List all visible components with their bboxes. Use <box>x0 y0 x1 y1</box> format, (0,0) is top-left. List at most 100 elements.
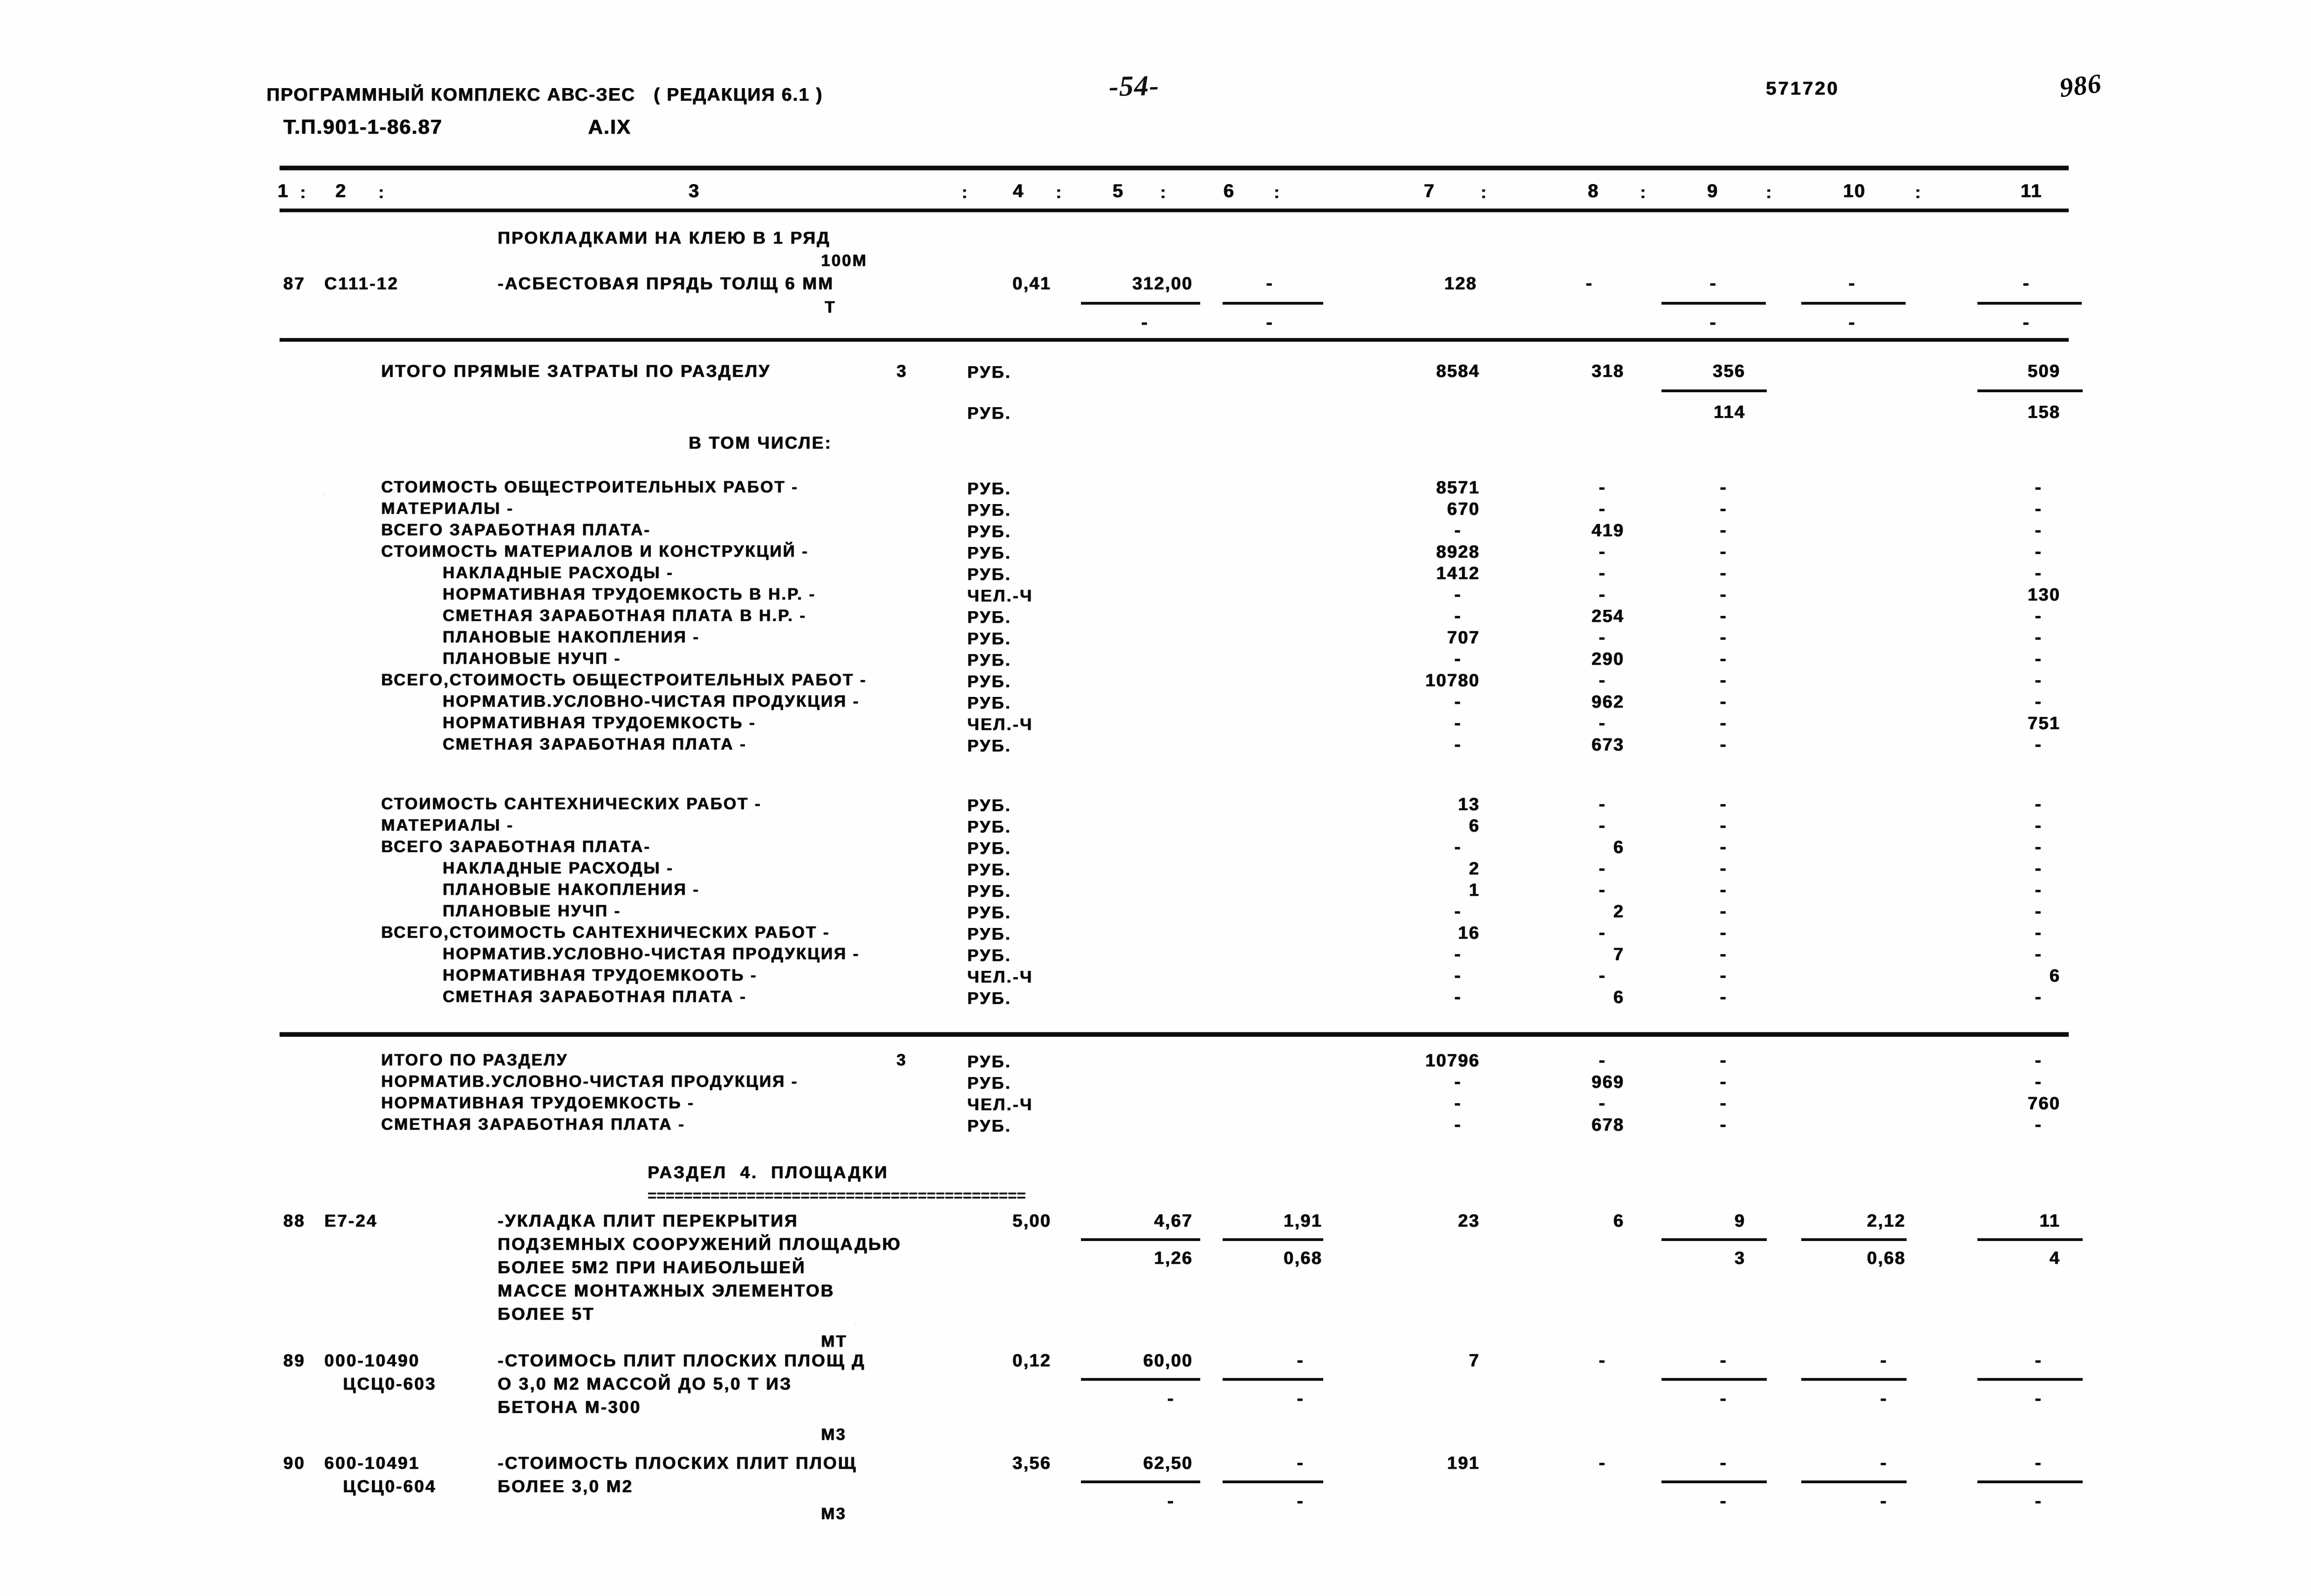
general-works-row-unit-10: РУБ. <box>967 693 1012 712</box>
sanitary-works-row-label-0: СТОИМОСТЬ САНТЕХНИЧЕСКИХ РАБОТ - <box>381 795 762 813</box>
general-works-row-c9-8: - <box>1720 648 1727 669</box>
general-works-row-c8-8: 290 <box>1591 649 1624 669</box>
general-works-row-c9-2: - <box>1720 520 1727 540</box>
section4-item-89-c5b: - <box>1167 1388 1175 1409</box>
column-separator-2: : <box>378 183 385 202</box>
general-works-row-c11-1: - <box>2035 498 2042 519</box>
general-works-row-c9-11: - <box>1720 713 1727 733</box>
section4-item-89-underline-col6 <box>1223 1378 1323 1381</box>
sanitary-works-row-c11-1: - <box>2035 815 2042 836</box>
sanitary-works-row-c7-5: - <box>1454 901 1462 921</box>
sanitary-works-row-c8-3: - <box>1599 858 1606 879</box>
section4-item-89-underline-col9 <box>1661 1378 1767 1381</box>
section4-item-90-desc-0: -СТОИМОСТЬ ПЛОСКИХ ПЛИТ ПЛОЩ <box>498 1453 857 1473</box>
section4-item-88-underline-col9 <box>1661 1238 1767 1241</box>
section-totals-row-c9-0: - <box>1720 1050 1727 1071</box>
general-works-row-c9-9: - <box>1720 670 1727 690</box>
in-which-label: В ТОМ ЧИСЛЕ: <box>689 433 832 452</box>
document-page: ПРОГРАММНЫЙ КОМПЛЕКС АВС-ЗЕС ( РЕДАКЦИЯ … <box>0 0 2311 1596</box>
program-title: ПРОГРАММНЫЙ КОМПЛЕКС АВС-ЗЕС ( РЕДАКЦИЯ … <box>267 85 823 105</box>
column-header-2: 2 <box>335 181 347 201</box>
column-header-7: 7 <box>1423 181 1436 201</box>
section4-item-89-unit: М3 <box>821 1425 847 1444</box>
general-works-row-c7-6: - <box>1454 606 1462 626</box>
general-works-row-unit-12: РУБ. <box>967 736 1012 755</box>
sanitary-works-row-c7-6: 16 <box>1458 923 1480 943</box>
direct-costs-col9b: 114 <box>1713 402 1745 422</box>
section-totals-row-c11-0: - <box>2035 1050 2042 1071</box>
table-header-bottom-rule <box>280 209 2069 212</box>
general-works-row-c8-1: - <box>1599 498 1606 519</box>
sanitary-works-row-c11-0: - <box>2035 794 2042 814</box>
general-works-row-c11-10: - <box>2035 691 2042 712</box>
section4-item-90-c6b: - <box>1297 1491 1304 1511</box>
section4-item-88-c10: 2,12 <box>1867 1211 1906 1231</box>
sanitary-works-row-c8-2: 6 <box>1613 838 1624 857</box>
section4-item-90-code-2: ЦСЦ0-604 <box>343 1477 437 1496</box>
section-totals-row-c8-3: 678 <box>1591 1115 1624 1135</box>
item-87-underline-col9 <box>1661 302 1766 305</box>
section-code: А.IX <box>588 116 631 138</box>
section4-item-90-c10b: - <box>1880 1491 1887 1511</box>
section-totals-row-label-2: НОРМАТИВНАЯ ТРУДОЕМКОСТЬ - <box>381 1094 695 1112</box>
general-works-row-c11-6: - <box>2035 606 2042 626</box>
sanitary-works-row-unit-8: ЧЕЛ.-Ч <box>967 967 1033 986</box>
column-separator-4: : <box>1056 183 1062 202</box>
general-works-row-c7-3: 8928 <box>1436 542 1480 562</box>
general-works-row-unit-4: РУБ. <box>967 565 1012 584</box>
general-works-row-c8-9: - <box>1599 670 1606 690</box>
section-totals-row-c11-1: - <box>2035 1071 2042 1092</box>
item-87-underline-col5 <box>1081 302 1200 305</box>
general-works-row-unit-3: РУБ. <box>967 543 1012 562</box>
section4-item-88-c9b: 3 <box>1734 1248 1745 1268</box>
section4-item-88-desc-0: -УКЛАДКА ПЛИТ ПЕРЕКРЫТИЯ <box>498 1211 799 1230</box>
project-code: Т.П.901-1-86.87 <box>283 116 443 138</box>
general-works-row-c11-8: - <box>2035 648 2042 669</box>
general-works-row-label-4: НАКЛАДНЫЕ РАСХОДЫ - <box>443 564 674 582</box>
sanitary-works-row-c11-9: - <box>2035 987 2042 1007</box>
general-works-row-label-1: МАТЕРИАЛЫ - <box>381 499 514 518</box>
section-totals-row-c9-2: - <box>1720 1093 1727 1113</box>
section4-item-90-c5b: - <box>1167 1491 1175 1511</box>
item-87-col9b: - <box>1709 312 1717 333</box>
sanitary-works-row-c9-9: - <box>1720 987 1727 1007</box>
section4-item-89-code-2: ЦСЦ0-603 <box>343 1374 437 1393</box>
section-totals-row-section-0: 3 <box>896 1051 907 1069</box>
section4-item-88-desc-1: ПОДЗЕМНЫХ СООРУЖЕНИЙ ПЛОЩАДЬЮ <box>498 1235 902 1254</box>
section4-item-89-c9: - <box>1720 1350 1727 1371</box>
sanitary-works-row-c11-7: - <box>2035 944 2042 964</box>
item-87-col10: - <box>1848 273 1856 293</box>
section-totals-row-c9-1: - <box>1720 1071 1727 1092</box>
section4-item-90-c8: - <box>1599 1453 1606 1473</box>
section4-item-89-desc-1: О 3,0 М2 МАССОЙ ДО 5,0 Т ИЗ <box>498 1374 792 1393</box>
section4-item-90-unit: М3 <box>821 1505 847 1523</box>
column-header-9: 9 <box>1707 181 1719 201</box>
section4-item-89-c7: 7 <box>1469 1351 1480 1371</box>
general-works-row-c7-10: - <box>1454 691 1462 712</box>
section4-item-89-underline-col5 <box>1081 1378 1200 1381</box>
section4-item-89-underline-col10 <box>1801 1378 1907 1381</box>
item-87-col11: - <box>2023 273 2030 293</box>
column-separator-10: : <box>1915 183 1921 202</box>
section4-item-88-unit: МТ <box>821 1332 848 1350</box>
section-totals-row-unit-3: РУБ. <box>967 1116 1012 1135</box>
sanitary-works-row-unit-4: РУБ. <box>967 881 1012 900</box>
general-works-row-c11-4: - <box>2035 563 2042 583</box>
section4-item-88-c11: 11 <box>2039 1211 2060 1231</box>
section4-item-90-c11: - <box>2035 1453 2042 1473</box>
item-87-number: 87 <box>283 274 306 293</box>
sanitary-works-row-c7-1: 6 <box>1469 816 1480 836</box>
general-works-row-c8-0: - <box>1599 477 1606 498</box>
general-works-row-label-8: ПЛАНОВЫЕ НУЧП - <box>443 649 621 668</box>
general-works-row-c9-1: - <box>1720 498 1727 519</box>
general-works-row-unit-9: РУБ. <box>967 672 1012 691</box>
column-header-6: 6 <box>1223 181 1235 201</box>
general-works-row-c8-4: - <box>1599 563 1606 583</box>
section4-item-88-underline-col6 <box>1223 1238 1323 1241</box>
general-works-row-c7-2: - <box>1454 520 1462 540</box>
general-works-row-unit-1: РУБ. <box>967 500 1012 519</box>
general-works-row-label-10: НОРМАТИВ.УСЛОВНО-ЧИСТАЯ ПРОДУКЦИЯ - <box>443 692 860 710</box>
sanitary-works-row-c11-4: - <box>2035 880 2042 900</box>
section-4-rule: ========================================… <box>648 1187 1026 1204</box>
column-header-11: 11 <box>2020 181 2043 201</box>
